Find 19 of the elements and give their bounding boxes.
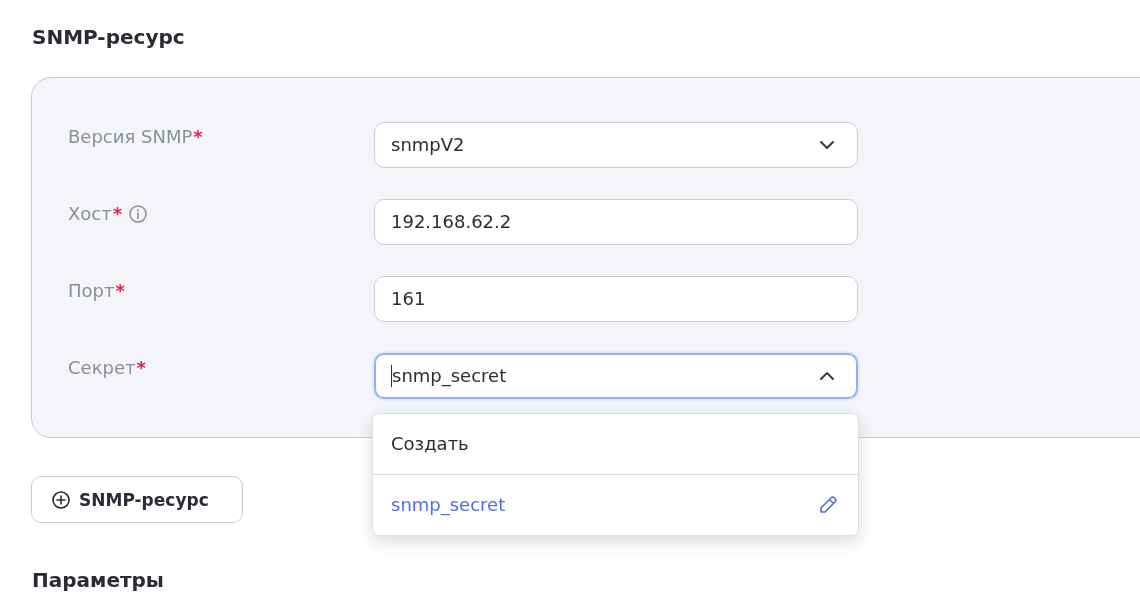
text-cursor-icon bbox=[391, 365, 392, 387]
select-field[interactable]: snmpV2 bbox=[374, 122, 858, 168]
required-marker: * bbox=[193, 126, 203, 148]
field-label: Порт bbox=[68, 280, 115, 302]
dropdown-item[interactable]: Создать bbox=[373, 414, 858, 474]
required-marker: * bbox=[136, 357, 146, 379]
field-label: Хост bbox=[68, 203, 112, 225]
add-resource-button[interactable]: SNMP-ресурс bbox=[31, 476, 243, 523]
select-field[interactable]: snmp_secret bbox=[374, 353, 858, 399]
dropdown-item[interactable]: snmp_secret bbox=[373, 474, 858, 535]
required-marker: * bbox=[115, 280, 125, 302]
section-title: Параметры bbox=[32, 568, 164, 592]
field-label: Версия SNMP bbox=[68, 126, 193, 148]
input-field[interactable]: 161 bbox=[374, 276, 858, 322]
required-marker: * bbox=[112, 203, 123, 225]
field-label: Секрет bbox=[68, 357, 136, 379]
input-field[interactable]: 192.168.62.2 bbox=[374, 199, 858, 245]
plus-circle-icon bbox=[52, 490, 70, 509]
section-title: SNMP-ресурс bbox=[32, 25, 185, 49]
